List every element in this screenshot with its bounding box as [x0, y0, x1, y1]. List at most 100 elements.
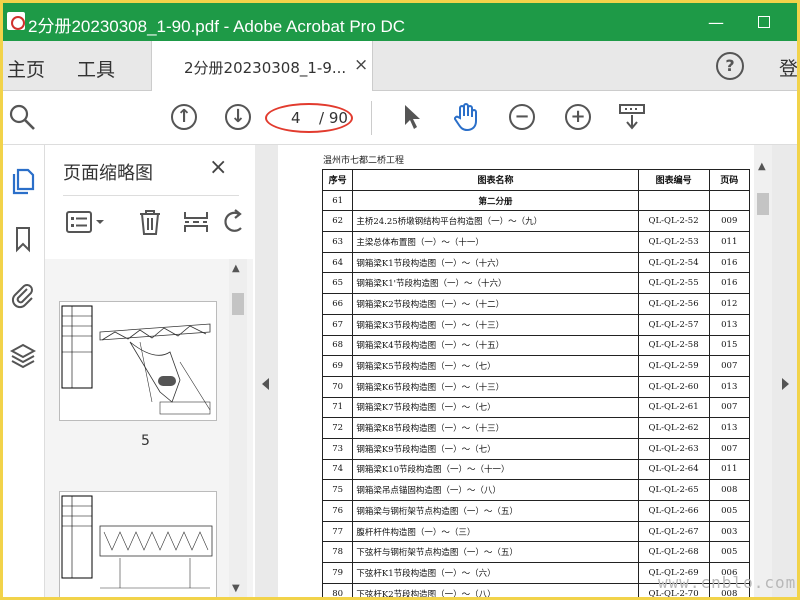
table-cell-no: 79	[321, 562, 354, 584]
tab-document[interactable]: 2分册20230308_1-9... ×	[151, 41, 373, 91]
minimize-icon: —	[708, 12, 724, 32]
acrobat-app-icon	[7, 12, 25, 30]
contents-table: 序号 图表名称 图表编号 页码 61 第二分册 62 主桥24.25桥墩钢结构平台构造…	[321, 169, 750, 597]
table-cell-page: 003	[708, 520, 750, 543]
table-cell-code: QL-QL-2-52	[637, 210, 710, 233]
table-cell-no: 74	[321, 458, 354, 481]
table-cell-page: 008	[708, 479, 750, 501]
table-cell-no: 66	[321, 293, 354, 315]
table-row: 61 第二分册	[321, 189, 750, 212]
table-cell-name: 钢箱梁K6节段构造图（一）～（十三）	[352, 375, 639, 398]
table-cell-name: 钢箱梁吊点锚固构造图（一）～（八）	[352, 479, 639, 501]
table-cell-code: QL-QL-2-53	[637, 231, 710, 253]
current-page-input[interactable]: 4	[291, 109, 301, 127]
table-cell-no: 75	[321, 479, 354, 501]
login-button[interactable]: 登	[779, 54, 797, 81]
table-cell-page: 011	[708, 458, 750, 481]
extract-page-button[interactable]	[181, 207, 211, 237]
column-header: 页码	[708, 169, 750, 191]
table-cell-page: 005	[708, 541, 750, 564]
table-row: 78 下弦杆与钢桁架节点构造图（一）～（五） QL-QL-2-68 005	[321, 541, 750, 564]
panel-title: 页面缩略图	[63, 163, 153, 184]
attachment-icon[interactable]	[9, 281, 37, 309]
thumbnail-options-button[interactable]	[65, 207, 109, 237]
rotate-page-button[interactable]	[219, 207, 249, 237]
toolbar: ↑ ↓ 4 / 90 − +	[3, 91, 797, 145]
table-cell-no: 77	[321, 520, 354, 543]
zoom-out-button[interactable]: −	[507, 102, 537, 132]
table-row: 64 钢箱梁K1节段构造图（一）～（十六） QL-QL-2-54 016	[321, 251, 750, 274]
scroll-up-icon[interactable]: ▲	[758, 161, 766, 172]
window-title: 2分册20230308_1-90.pdf - Adobe Acrobat Pro…	[28, 17, 406, 36]
fit-page-button[interactable]	[617, 102, 647, 132]
thumbnail-list: 5 ▲ ▼	[45, 259, 253, 597]
expand-right-panel-icon[interactable]	[782, 378, 789, 390]
trash-icon	[140, 210, 160, 235]
rotate-icon	[224, 209, 242, 232]
table-cell-name: 钢箱梁K10节段构造图（一）～（十一）	[352, 458, 639, 481]
table-cell-name: 下弦杆K1节段构造图（一）～（六）	[352, 562, 639, 584]
table-cell-name: 钢箱梁K1'节段构造图（一）～（十六）	[352, 272, 639, 295]
navigation-rail	[3, 145, 45, 597]
panel-toolbar	[63, 205, 243, 239]
table-cell-code: QL-QL-2-62	[637, 417, 710, 439]
bookmark-icon[interactable]	[9, 225, 37, 253]
help-icon[interactable]: ?	[716, 52, 744, 80]
pointer-icon	[405, 105, 420, 129]
delete-page-button[interactable]	[135, 207, 165, 237]
table-cell-no: 73	[321, 437, 354, 460]
page-thumbnail[interactable]	[59, 491, 217, 597]
next-page-button[interactable]: ↓	[223, 102, 253, 132]
maximize-button[interactable]	[743, 3, 785, 41]
table-row: 62 主桥24.25桥墩钢结构平台构造图（一）～（九） QL-QL-2-52 009	[321, 210, 750, 233]
collapse-left-panel-icon[interactable]	[262, 378, 269, 390]
close-tab-icon[interactable]: ×	[354, 55, 368, 75]
table-cell-page: 009	[708, 210, 750, 233]
drawing-preview	[61, 305, 211, 415]
table-cell-name: 钢箱梁与钢桁架节点构造图（一）～（五）	[352, 500, 639, 522]
document-scrollbar[interactable]: ▲	[754, 145, 772, 597]
table-row: 68 钢箱梁K4节段构造图（一）～（十五） QL-QL-2-58 015	[321, 334, 750, 357]
scroll-up-icon[interactable]: ▲	[232, 263, 240, 274]
minus-icon: −	[509, 104, 535, 130]
table-cell-no: 62	[321, 210, 354, 233]
table-cell-no: 72	[321, 417, 354, 439]
hand-tool-button[interactable]	[451, 102, 481, 132]
table-cell-code: QL-QL-2-61	[637, 396, 710, 419]
page-thumbnail[interactable]	[59, 301, 217, 421]
table-cell-name: 下弦杆与钢桁架节点构造图（一）～（五）	[352, 541, 639, 564]
table-cell-no: 68	[321, 334, 354, 357]
scrollbar-thumb[interactable]	[232, 293, 244, 315]
scrollbar-thumb[interactable]	[757, 193, 769, 215]
table-cell-page: 016	[708, 272, 750, 295]
tab-bar: 主页 工具 2分册20230308_1-9... × ? 登	[3, 41, 797, 91]
table-cell-code: QL-QL-2-68	[637, 541, 710, 564]
table-cell-page: 007	[708, 355, 750, 377]
table-cell-name: 钢箱梁K1节段构造图（一）～（十六）	[352, 251, 639, 274]
table-row: 69 钢箱梁K5节段构造图（一）～（七） QL-QL-2-59 007	[321, 355, 750, 377]
page-number-field[interactable]: 4 / 90	[265, 103, 355, 133]
table-cell-page: 016	[708, 251, 750, 274]
table-cell-no: 69	[321, 355, 354, 377]
table-cell-code: QL-QL-2-59	[637, 355, 710, 377]
panel-divider	[63, 195, 239, 196]
select-tool-button[interactable]	[397, 102, 427, 132]
zoom-in-button[interactable]: +	[563, 102, 593, 132]
table-cell-name: 钢箱梁K5节段构造图（一）～（七）	[352, 355, 639, 377]
table-cell-name: 腹杆杆件构造图（一）～（三）	[352, 520, 639, 543]
tab-home[interactable]: 主页	[7, 55, 45, 82]
table-cell-code: QL-QL-2-56	[637, 293, 710, 315]
layers-icon[interactable]	[9, 341, 37, 369]
previous-page-button[interactable]: ↑	[169, 102, 199, 132]
search-icon[interactable]	[7, 102, 37, 132]
close-panel-icon[interactable]: ×	[209, 155, 227, 180]
tab-tools[interactable]: 工具	[77, 55, 115, 82]
table-row: 67 钢箱梁K3节段构造图（一）～（十三） QL-QL-2-57 013	[321, 313, 750, 336]
table-cell-name: 钢箱梁K9节段构造图（一）～（七）	[352, 437, 639, 460]
thumbnail-scrollbar[interactable]: ▲ ▼	[229, 259, 247, 597]
minimize-button[interactable]: —	[695, 3, 737, 41]
scroll-down-icon[interactable]: ▼	[232, 583, 240, 594]
table-cell-code: QL-QL-2-64	[637, 458, 710, 481]
page-thumbnails-icon[interactable]	[9, 167, 37, 195]
table-cell-page: 013	[708, 313, 750, 336]
